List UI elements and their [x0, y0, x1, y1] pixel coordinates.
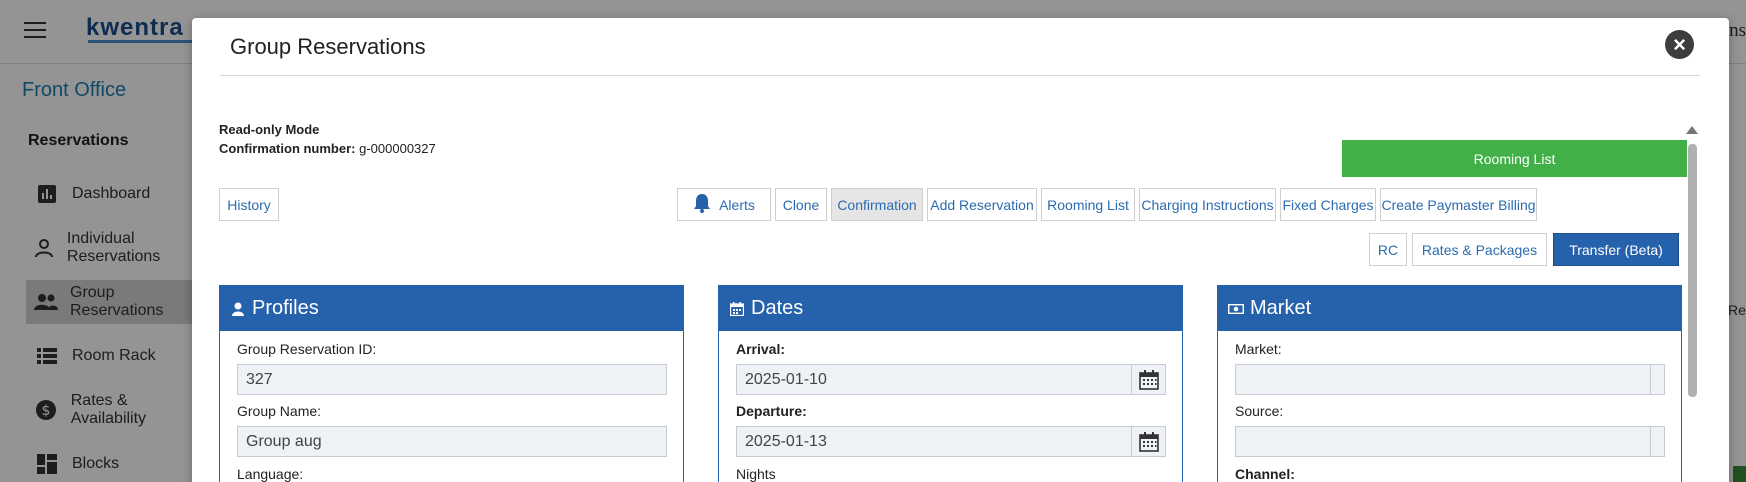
- read-only-mode-label: Read-only Mode: [219, 122, 320, 137]
- confirmation-label: Confirmation number:: [219, 141, 356, 156]
- market-label: Market:: [1235, 341, 1282, 357]
- arrival-date-field[interactable]: 2025-01-10: [736, 364, 1166, 395]
- profiles-panel-header: Profiles: [220, 286, 683, 331]
- charging-instructions-button[interactable]: Charging Instructions: [1139, 188, 1276, 221]
- rates-packages-button[interactable]: Rates & Packages: [1412, 233, 1547, 266]
- market-panel-title: Market: [1250, 297, 1312, 319]
- calendar-icon: [729, 301, 745, 317]
- modal-title: Group Reservations: [230, 34, 426, 59]
- clone-button[interactable]: Clone: [775, 188, 827, 221]
- history-button[interactable]: History: [219, 188, 279, 221]
- scroll-up-arrow[interactable]: [1686, 126, 1698, 134]
- channel-label: Channel:: [1235, 466, 1295, 482]
- create-paymaster-billing-button[interactable]: Create Paymaster Billing: [1380, 188, 1537, 221]
- market-panel-header: Market: [1218, 286, 1681, 331]
- modal-divider: [220, 75, 1700, 76]
- profiles-panel-title: Profiles: [252, 297, 319, 319]
- market-select[interactable]: [1235, 364, 1665, 395]
- source-label: Source:: [1235, 403, 1284, 419]
- group-name-label: Group Name:: [237, 403, 322, 419]
- rooming-list-primary-button[interactable]: Rooming List: [1342, 140, 1687, 177]
- dates-panel-header: Dates: [719, 286, 1182, 331]
- language-label: Language:: [237, 466, 304, 482]
- departure-label: Departure:: [736, 403, 807, 419]
- transfer-beta-button[interactable]: Transfer (Beta): [1553, 233, 1679, 266]
- calendar-icon[interactable]: [1131, 427, 1165, 456]
- dropdown-arrow-icon[interactable]: [1650, 427, 1664, 456]
- nights-label: Nights: [736, 466, 776, 482]
- profiles-panel: Profiles Group Reservation ID: 327 Group…: [219, 285, 684, 482]
- bell-icon: [693, 193, 711, 216]
- add-reservation-button[interactable]: Add Reservation: [927, 188, 1037, 221]
- confirmation-value: g-000000327: [355, 141, 436, 156]
- departure-date-field[interactable]: 2025-01-13: [736, 426, 1166, 457]
- dates-panel-title: Dates: [751, 297, 804, 319]
- alerts-button[interactable]: Alerts: [677, 188, 771, 221]
- user-icon: [230, 301, 246, 317]
- dates-panel: Dates Arrival: 2025-01-10 Departure: 202…: [718, 285, 1183, 482]
- calendar-icon[interactable]: [1131, 365, 1165, 394]
- group-reservations-modal: Group Reservations × Read-only Mode Conf…: [192, 18, 1729, 482]
- market-panel: Market Market: Source: Channel:: [1217, 285, 1682, 482]
- close-icon[interactable]: ×: [1665, 30, 1694, 59]
- fixed-charges-button[interactable]: Fixed Charges: [1280, 188, 1376, 221]
- departure-date-value: 2025-01-13: [745, 433, 827, 450]
- alerts-label: Alerts: [719, 196, 755, 213]
- source-select[interactable]: [1235, 426, 1665, 457]
- dropdown-arrow-icon[interactable]: [1650, 365, 1664, 394]
- money-icon: [1228, 301, 1244, 317]
- group-id-label: Group Reservation ID:: [237, 341, 377, 357]
- rooming-list-button[interactable]: Rooming List: [1041, 188, 1135, 221]
- scrollbar-thumb[interactable]: [1688, 144, 1697, 397]
- arrival-label: Arrival:: [736, 341, 786, 357]
- rc-button[interactable]: RC: [1369, 233, 1407, 266]
- confirmation-number: Confirmation number: g-000000327: [219, 141, 436, 156]
- group-id-field[interactable]: 327: [237, 364, 667, 395]
- group-name-field[interactable]: Group aug: [237, 426, 667, 457]
- arrival-date-value: 2025-01-10: [745, 371, 827, 388]
- confirmation-button[interactable]: Confirmation: [831, 188, 923, 221]
